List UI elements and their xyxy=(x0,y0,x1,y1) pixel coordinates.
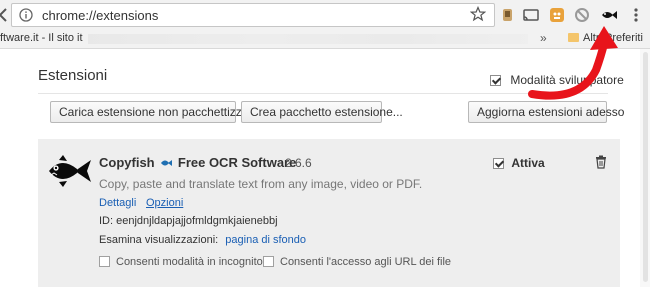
update-extensions-button[interactable]: Aggiorna estensioni adesso xyxy=(468,101,624,123)
back-arrow-icon[interactable] xyxy=(0,7,8,23)
extension-enabled-checkbox[interactable] xyxy=(493,158,504,169)
extension-enabled-label: Attiva xyxy=(511,156,545,170)
extension-name-part2: Free OCR Software xyxy=(177,155,297,170)
developer-mode-label: Modalità sviluppatore xyxy=(510,73,624,87)
address-bar[interactable]: chrome://extensions xyxy=(11,3,495,27)
mini-fish-icon xyxy=(161,160,173,166)
developer-mode-toggle[interactable]: Modalità sviluppatore xyxy=(490,73,624,87)
background-page-link[interactable]: pagina di sfondo xyxy=(225,234,306,246)
developer-mode-checkbox[interactable] xyxy=(490,75,501,86)
trash-icon[interactable] xyxy=(595,155,607,169)
extension-hand-icon[interactable] xyxy=(499,6,517,24)
pack-extension-button[interactable]: Crea pacchetto estensione... xyxy=(241,101,403,123)
info-icon[interactable] xyxy=(19,8,33,22)
inspect-views-row: Esamina visualizzazioni: pagina di sfond… xyxy=(99,234,306,246)
inspect-views-label: Esamina visualizzazioni: xyxy=(99,234,219,246)
extension-name-part1: Copyfish xyxy=(99,155,155,170)
bookmarks-overflow-chevron[interactable]: » xyxy=(540,31,547,45)
options-link[interactable]: Opzioni xyxy=(146,197,183,209)
details-link[interactable]: Dettagli xyxy=(99,197,136,209)
copyfish-toolbar-icon[interactable] xyxy=(600,6,618,24)
other-bookmarks-folder[interactable]: Altri Preferiti xyxy=(583,32,643,44)
extension-id: ID: eenjdnjldapjajjofmldgmkjaienebbj xyxy=(99,215,278,227)
allow-file-urls-checkbox[interactable] xyxy=(263,256,274,267)
allow-incognito-option[interactable]: Consenti modalità in incognito xyxy=(99,256,263,268)
page-title: Estensioni xyxy=(38,67,108,84)
menu-kebab-icon[interactable] xyxy=(627,6,645,24)
url-text[interactable]: chrome://extensions xyxy=(42,8,158,23)
allow-incognito-label: Consenti modalità in incognito xyxy=(116,256,263,268)
allow-incognito-checkbox[interactable] xyxy=(99,256,110,267)
bookmark-star-icon[interactable] xyxy=(470,6,486,22)
bookmarks-bar: ftware.it - Il sito it » Altri Preferiti xyxy=(0,30,650,49)
allow-file-urls-option[interactable]: Consenti l'accesso agli URL dei file xyxy=(263,256,451,268)
extension-version: 2.6.6 xyxy=(285,156,312,170)
scrollbar-thumb[interactable] xyxy=(643,52,648,282)
folder-icon xyxy=(568,33,579,42)
cast-icon[interactable] xyxy=(522,6,540,24)
header-divider xyxy=(38,93,608,94)
load-unpacked-button[interactable]: Carica estensione non pacchettizzata... xyxy=(50,101,268,123)
browser-toolbar: chrome://extensions xyxy=(0,0,650,30)
extension-name: Copyfish Free OCR Software xyxy=(99,155,296,170)
bookmark-item[interactable]: ftware.it - Il sito it xyxy=(0,32,83,44)
copyfish-logo-icon xyxy=(49,155,91,187)
extension-enable-toggle[interactable]: Attiva xyxy=(493,156,545,170)
blurred-bookmarks xyxy=(88,34,528,44)
allow-file-urls-label: Consenti l'accesso agli URL dei file xyxy=(280,256,452,268)
extension-block-icon[interactable] xyxy=(573,6,591,24)
extension-face-icon[interactable] xyxy=(548,6,566,24)
extension-description: Copy, paste and translate text from any … xyxy=(99,177,423,191)
